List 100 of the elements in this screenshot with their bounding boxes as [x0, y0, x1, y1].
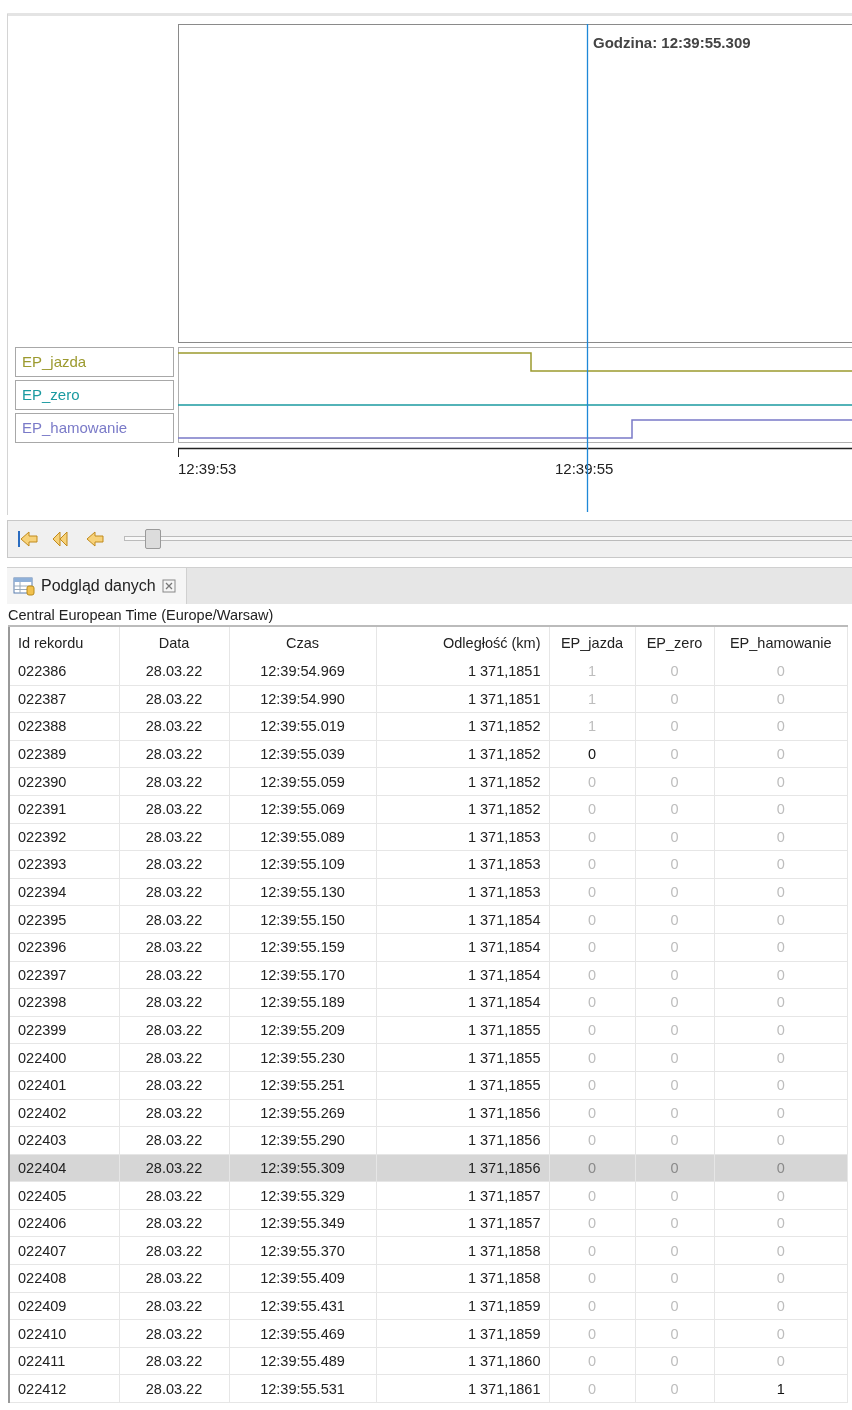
table-cell: 0	[635, 1319, 714, 1348]
table-cell: 28.03.22	[119, 1126, 229, 1155]
table-cell: 022406	[9, 1209, 119, 1237]
table-cell: 28.03.22	[119, 988, 229, 1017]
table-cell: 28.03.22	[119, 1236, 229, 1265]
table-cell: 1 371,1851	[376, 685, 549, 713]
view-tab[interactable]: Podgląd danych	[7, 568, 187, 604]
table-cell: 12:39:55.409	[229, 1264, 376, 1293]
table-cell: 022403	[9, 1126, 119, 1155]
table-cell: 0	[635, 1126, 714, 1155]
table-cell: 28.03.22	[119, 905, 229, 934]
table-row[interactable]: 022390 28.03.22 12:39:55.059 1 371,1852 0 0 0	[9, 767, 848, 796]
table-cell: 28.03.22	[119, 1043, 229, 1072]
table-row[interactable]: 022391 28.03.22 12:39:55.069 1 371,1852 0 0 0	[9, 795, 848, 824]
table-cell: 1 371,1857	[376, 1209, 549, 1237]
table-cell: 1 371,1859	[376, 1319, 549, 1348]
table-cell: 1 371,1857	[376, 1181, 549, 1210]
table-cell: 022401	[9, 1071, 119, 1099]
table-cell: 0	[714, 905, 848, 934]
close-icon[interactable]	[161, 579, 176, 593]
table-cell: 1 371,1854	[376, 988, 549, 1017]
table-row[interactable]: 022388 28.03.22 12:39:55.019 1 371,1852 1 0 0	[9, 712, 848, 741]
table-row[interactable]: 022404 28.03.22 12:39:55.309 1 371,1856 0 0 0	[9, 1154, 848, 1182]
table-cell: 0	[635, 1374, 714, 1403]
signal-label[interactable]: EP_hamowanie	[15, 413, 174, 443]
table-cell: 1	[549, 658, 635, 686]
table-cell: 022390	[9, 767, 119, 796]
column-header[interactable]: EP_jazda	[549, 626, 635, 658]
table-cell: 0	[714, 1319, 848, 1348]
table-row[interactable]: 022394 28.03.22 12:39:55.130 1 371,1853 0 0 0	[9, 878, 848, 906]
table-cell: 1 371,1858	[376, 1236, 549, 1265]
first-icon[interactable]	[16, 528, 40, 550]
table-cell: 0	[635, 740, 714, 768]
time-slider[interactable]	[124, 528, 852, 550]
table-row[interactable]: 022393 28.03.22 12:39:55.109 1 371,1853 0 0 0	[9, 850, 848, 879]
table-row[interactable]: 022406 28.03.22 12:39:55.349 1 371,1857 0 0 0	[9, 1209, 848, 1237]
table-row[interactable]: 022395 28.03.22 12:39:55.150 1 371,1854 0 0 0	[9, 905, 848, 934]
table-row[interactable]: 022410 28.03.22 12:39:55.469 1 371,1859 0 0 0	[9, 1319, 848, 1348]
table-cell: 1 371,1852	[376, 712, 549, 741]
table-row[interactable]: 022397 28.03.22 12:39:55.170 1 371,1854 0 0 0	[9, 961, 848, 989]
column-header[interactable]: Odległość (km)	[376, 626, 549, 658]
table-cell: 12:39:55.039	[229, 740, 376, 768]
table-cell: 28.03.22	[119, 712, 229, 741]
table-row[interactable]: 022407 28.03.22 12:39:55.370 1 371,1858 0 0 0	[9, 1236, 848, 1265]
table-cell: 0	[549, 850, 635, 879]
table-row[interactable]: 022387 28.03.22 12:39:54.990 1 371,1851 1 0 0	[9, 685, 848, 713]
column-header[interactable]: Id rekordu	[9, 626, 119, 658]
table-cell: 0	[635, 1264, 714, 1293]
table-cell: 0	[635, 1071, 714, 1099]
table-cell: 28.03.22	[119, 823, 229, 851]
table-cell: 28.03.22	[119, 933, 229, 962]
table-cell: 0	[549, 1347, 635, 1375]
table-cell: 28.03.22	[119, 961, 229, 989]
table-cell: 022407	[9, 1236, 119, 1265]
table-cell: 28.03.22	[119, 1016, 229, 1044]
table-cell: 0	[635, 961, 714, 989]
table-cell: 1 371,1851	[376, 658, 549, 686]
table-row[interactable]: 022402 28.03.22 12:39:55.269 1 371,1856 0 0 0	[9, 1099, 848, 1127]
table-row[interactable]: 022411 28.03.22 12:39:55.489 1 371,1860 0 0 0	[9, 1347, 848, 1375]
table-cell: 0	[714, 1264, 848, 1293]
table-cell: 022386	[9, 658, 119, 686]
table-cell: 0	[635, 685, 714, 713]
table-row[interactable]: 022408 28.03.22 12:39:55.409 1 371,1858 0 0 0	[9, 1264, 848, 1293]
table-cell: 0	[549, 1264, 635, 1293]
table-cell: 12:39:55.059	[229, 767, 376, 796]
table-cell: 1 371,1852	[376, 740, 549, 768]
table-row[interactable]: 022401 28.03.22 12:39:55.251 1 371,1855 0 0 0	[9, 1071, 848, 1099]
table-cell: 0	[549, 1126, 635, 1155]
table-cell: 28.03.22	[119, 1154, 229, 1182]
table-cell: 0	[549, 1292, 635, 1320]
table-row[interactable]: 022412 28.03.22 12:39:55.531 1 371,1861 0 0 1	[9, 1374, 848, 1403]
table-cell: 0	[635, 795, 714, 824]
table-row[interactable]: 022389 28.03.22 12:39:55.039 1 371,1852 0 0 0	[9, 740, 848, 768]
table-row[interactable]: 022405 28.03.22 12:39:55.329 1 371,1857 0 0 0	[9, 1181, 848, 1210]
table-row[interactable]: 022409 28.03.22 12:39:55.431 1 371,1859 0 0 0	[9, 1292, 848, 1320]
table-cell: 022397	[9, 961, 119, 989]
table-row[interactable]: 022396 28.03.22 12:39:55.159 1 371,1854 0 0 0	[9, 933, 848, 962]
table-cell: 0	[549, 795, 635, 824]
table-row[interactable]: 022400 28.03.22 12:39:55.230 1 371,1855 0 0 0	[9, 1043, 848, 1072]
table-row[interactable]: 022386 28.03.22 12:39:54.969 1 371,1851 1 0 0	[9, 658, 848, 686]
slider-thumb[interactable]	[145, 529, 162, 549]
table-row[interactable]: 022403 28.03.22 12:39:55.290 1 371,1856 0 0 0	[9, 1126, 848, 1155]
table-row[interactable]: 022392 28.03.22 12:39:55.089 1 371,1853 0 0 0	[9, 823, 848, 851]
table-cell: 1 371,1853	[376, 878, 549, 906]
table-cell: 12:39:55.349	[229, 1209, 376, 1237]
table-cell: 0	[549, 1209, 635, 1237]
column-header[interactable]: EP_zero	[635, 626, 714, 658]
column-header[interactable]: Czas	[229, 626, 376, 658]
table-cell: 0	[714, 878, 848, 906]
column-header[interactable]: Data	[119, 626, 229, 658]
table-cell: 12:39:55.130	[229, 878, 376, 906]
column-header[interactable]: EP_hamowanie	[714, 626, 848, 658]
table-cell: 12:39:55.269	[229, 1099, 376, 1127]
table-cell: 0	[635, 1236, 714, 1265]
table-cell: 0	[714, 658, 848, 686]
table-cell: 12:39:55.469	[229, 1319, 376, 1348]
table-cell: 0	[714, 1016, 848, 1044]
cursor-label: Godzina: 12:39:55.309	[593, 34, 751, 51]
table-row[interactable]: 022399 28.03.22 12:39:55.209 1 371,1855 0 0 0	[9, 1016, 848, 1044]
table-row[interactable]: 022398 28.03.22 12:39:55.189 1 371,1854 0 0 0	[9, 988, 848, 1017]
